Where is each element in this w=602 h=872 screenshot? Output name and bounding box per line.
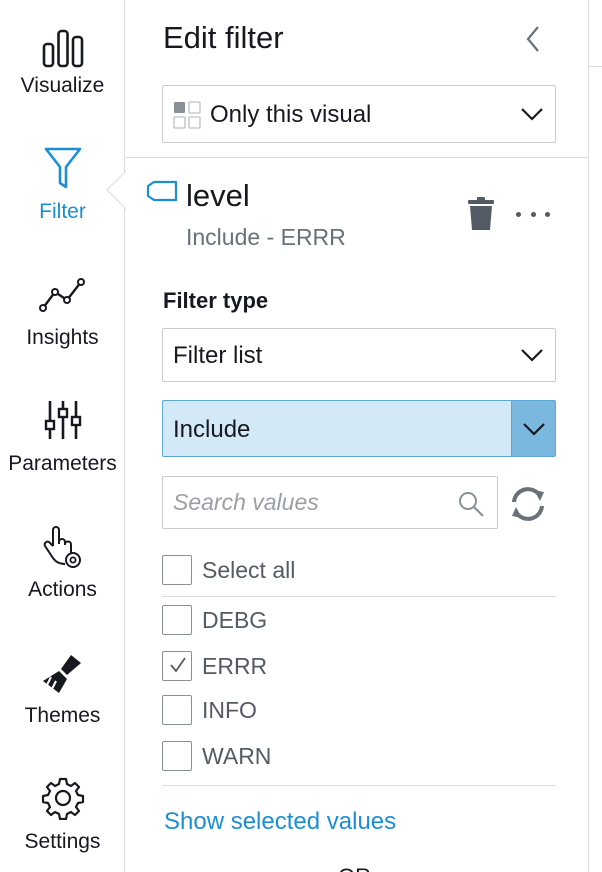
scope-dropdown-value: Only this visual (210, 101, 372, 128)
chevron-left-icon (526, 26, 539, 52)
rail-item-label: Settings (24, 830, 101, 853)
gear-icon (0, 770, 125, 826)
refresh-icon (512, 487, 544, 521)
collapse-panel-button[interactable] (518, 22, 548, 56)
chevron-down-icon (517, 329, 547, 381)
rail-item-filter[interactable]: Filter (0, 140, 125, 250)
list-item[interactable]: INFO (162, 694, 257, 726)
tag-icon (146, 180, 178, 202)
rail-item-label: Insights (26, 326, 99, 349)
select-all-checkbox-row[interactable]: Select all (162, 554, 295, 586)
rail-item-label: Parameters (8, 452, 117, 475)
rail-item-label: Themes (24, 704, 101, 727)
filter-type-value: Filter list (173, 342, 263, 369)
visual-grid-icon (173, 101, 201, 129)
value-label: WARN (202, 742, 272, 769)
more-dot-icon (516, 211, 521, 217)
right-panel-edge (588, 0, 602, 872)
value-label: INFO (202, 696, 257, 723)
list-divider (162, 596, 556, 597)
rail-item-label: Actions (28, 578, 97, 601)
delete-filter-button[interactable] (466, 196, 496, 232)
panel-title: Edit filter (163, 20, 284, 55)
edge-divider (589, 66, 602, 67)
paintbrush-icon (0, 646, 125, 702)
rail-item-label: Filter (39, 200, 86, 223)
select-all-checkbox[interactable] (162, 555, 192, 585)
sliders-icon (0, 392, 125, 448)
search-values-box (162, 476, 498, 529)
rail-item-themes[interactable]: Themes (0, 644, 125, 754)
filter-field-name: level (186, 178, 250, 213)
filter-type-label: Filter type (163, 288, 269, 313)
value-checkbox[interactable] (162, 605, 192, 635)
rail-item-parameters[interactable]: Parameters (0, 392, 125, 502)
or-separator-text: OR (338, 860, 378, 872)
select-all-label: Select all (202, 556, 296, 583)
filter-summary: Include - ERRR (186, 224, 346, 250)
search-values-input[interactable] (173, 477, 443, 528)
checkmark-icon (170, 657, 186, 673)
list-item[interactable]: ERRR (162, 650, 267, 682)
filter-type-dropdown[interactable]: Filter list (162, 328, 556, 382)
show-selected-values-link[interactable]: Show selected values (164, 808, 396, 836)
insights-line-icon (0, 266, 125, 322)
value-checkbox[interactable] (162, 741, 192, 771)
rail-item-visualize[interactable]: Visualize (0, 14, 125, 124)
trash-icon (468, 197, 494, 230)
more-options-button[interactable] (516, 200, 550, 228)
section-divider (126, 157, 588, 158)
chevron-down-icon (511, 401, 555, 456)
rail-item-actions[interactable]: Actions (0, 518, 125, 628)
search-icon (459, 492, 484, 517)
filter-funnel-icon (0, 140, 125, 196)
edit-filter-panel: Edit filter Only this visual level Inclu… (126, 0, 588, 872)
rail-item-insights[interactable]: Insights (0, 266, 125, 376)
refresh-values-button[interactable] (508, 484, 548, 524)
value-label: ERRR (202, 652, 268, 679)
value-label: DEBG (202, 606, 268, 633)
list-item[interactable]: WARN (162, 740, 271, 772)
list-item[interactable]: DEBG (162, 604, 267, 636)
rail-item-label: Visualize (20, 74, 105, 97)
value-checkbox[interactable] (162, 695, 192, 725)
more-dot-icon (530, 211, 536, 217)
pointer-gear-icon (0, 520, 125, 576)
rail-item-settings[interactable]: Settings (0, 770, 125, 872)
chevron-down-icon (517, 86, 547, 142)
more-dot-icon (545, 211, 550, 217)
value-checkbox[interactable] (162, 651, 192, 681)
include-mode-value: Include (173, 416, 251, 443)
bar-chart-icon (0, 20, 125, 76)
list-divider (162, 785, 556, 786)
or-separator-label: OR (338, 864, 371, 872)
include-mode-dropdown[interactable]: Include (162, 400, 556, 457)
left-rail: Visualize Filter Insights Parameters Act… (0, 0, 125, 872)
scope-dropdown[interactable]: Only this visual (162, 85, 556, 143)
